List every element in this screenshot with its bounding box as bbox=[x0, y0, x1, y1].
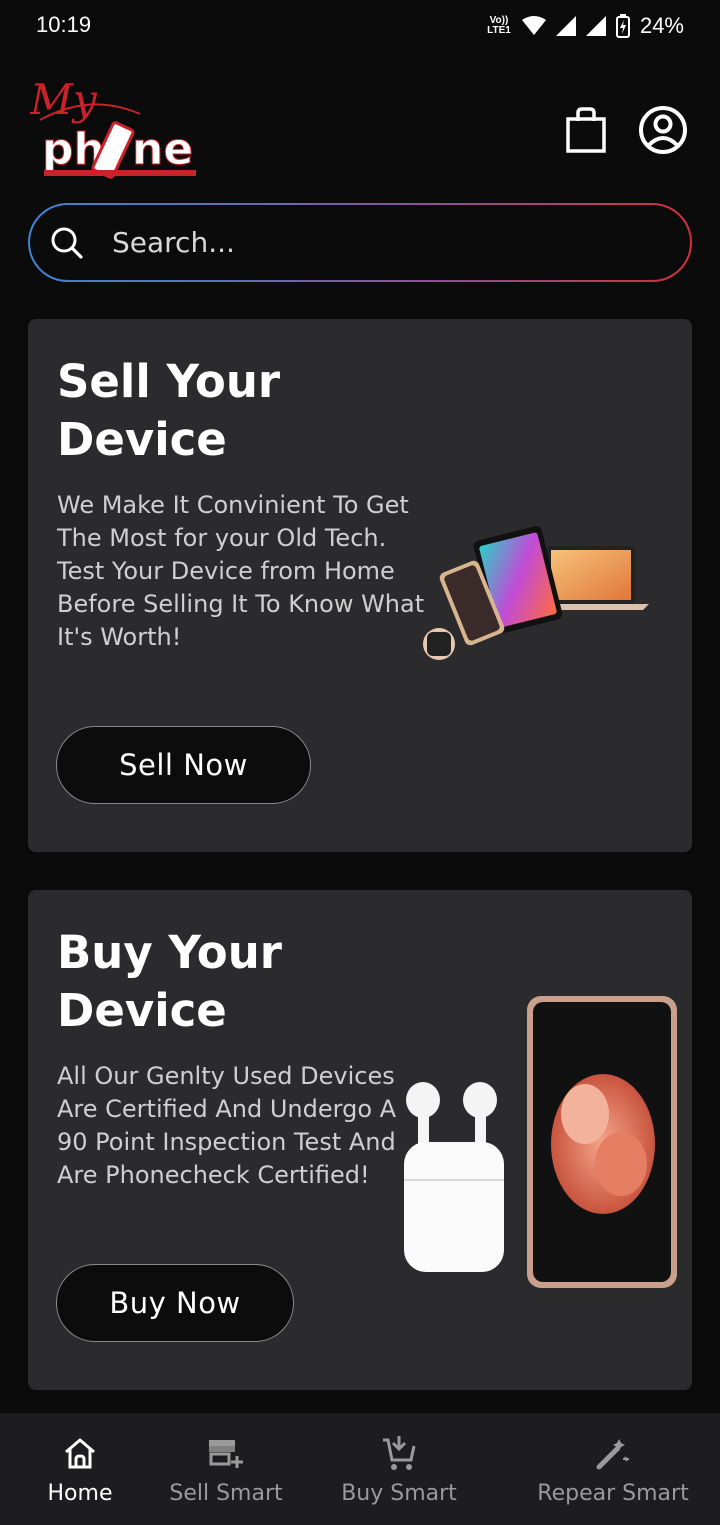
sell-card-title: Sell Your Device bbox=[57, 355, 281, 466]
search-icon bbox=[51, 227, 83, 259]
flip-phone-image bbox=[527, 996, 677, 1288]
sell-now-button[interactable]: Sell Now bbox=[56, 726, 311, 804]
nav-item-home[interactable]: Home bbox=[0, 1413, 160, 1525]
sell-card-description: We Make It Convinient To Get The Most fo… bbox=[57, 491, 425, 651]
account-icon bbox=[639, 106, 687, 154]
earbuds-image bbox=[404, 1082, 504, 1272]
sell-device-card: Sell Your Device We Make It Convinient T… bbox=[28, 319, 692, 852]
search-bar bbox=[28, 203, 692, 282]
volte-icon: Vo)) LTE1 bbox=[487, 15, 511, 36]
nav-label-home: Home bbox=[47, 1481, 113, 1506]
myphone-logo: My ph ne bbox=[29, 75, 196, 179]
store-add-icon bbox=[209, 1440, 243, 1468]
svg-text:ne: ne bbox=[132, 124, 193, 175]
home-icon bbox=[65, 1438, 95, 1469]
wifi-icon bbox=[521, 16, 546, 35]
nav-label-buy-smart: Buy Smart bbox=[341, 1481, 457, 1506]
search-input[interactable] bbox=[112, 226, 632, 259]
status-bar: 10:19 Vo)) LTE1 24% bbox=[0, 0, 720, 56]
signal-icon-2 bbox=[585, 16, 606, 36]
buy-now-button[interactable]: Buy Now bbox=[56, 1264, 294, 1342]
devices-collage-image bbox=[423, 526, 649, 660]
status-icons: Vo)) LTE1 24% bbox=[486, 13, 684, 39]
signal-icon bbox=[555, 16, 576, 36]
nav-item-sell-smart[interactable]: Sell Smart bbox=[160, 1413, 292, 1525]
nav-item-buy-smart[interactable]: Buy Smart bbox=[292, 1413, 506, 1525]
bottom-navigation: Home Sell Smart Buy Smart Repear Smart bbox=[0, 1413, 720, 1525]
battery-charging-icon bbox=[615, 14, 630, 38]
app-logo[interactable]: My ph ne bbox=[29, 72, 200, 182]
battery-percent: 24% bbox=[639, 13, 684, 38]
nav-item-repear-smart[interactable]: Repear Smart bbox=[506, 1413, 720, 1525]
status-time: 10:19 bbox=[36, 12, 92, 37]
magic-wand-icon bbox=[596, 1439, 629, 1470]
search-field bbox=[30, 205, 690, 280]
cart-download-icon bbox=[383, 1436, 416, 1470]
buy-card-description: All Our Genlty Used Devices Are Certifie… bbox=[57, 1062, 397, 1189]
buy-device-card: Buy Your Device All Our Genlty Used Devi… bbox=[28, 890, 692, 1390]
shopping-bag-icon bbox=[566, 107, 606, 153]
cart-button[interactable] bbox=[560, 104, 612, 156]
profile-button[interactable] bbox=[637, 104, 689, 156]
nav-label-repear-smart: Repear Smart bbox=[537, 1481, 689, 1506]
svg-text:My: My bbox=[30, 75, 98, 124]
nav-label-sell-smart: Sell Smart bbox=[169, 1481, 283, 1506]
buy-card-title: Buy Your Device bbox=[57, 926, 282, 1037]
